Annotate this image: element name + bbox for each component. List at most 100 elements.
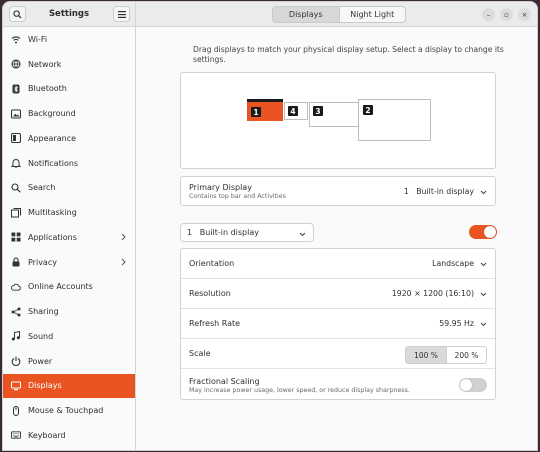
- resolution-value: 1920 × 1200 (16:10): [391, 289, 474, 298]
- sidebar-item-label: Power: [28, 356, 53, 366]
- sidebar-item-label: Multitasking: [28, 208, 77, 218]
- chevron-right-icon: [121, 233, 126, 243]
- sidebar-item-label: Network: [28, 59, 62, 69]
- close-icon: ×: [521, 10, 528, 19]
- monitor-number: 4: [288, 106, 298, 116]
- sidebar-item-background[interactable]: Background: [3, 101, 135, 126]
- sidebar-item-label: Background: [28, 109, 76, 119]
- power-icon: [11, 356, 21, 367]
- monitor-2[interactable]: 2: [358, 99, 431, 141]
- sidebar-item-appearance[interactable]: Appearance: [3, 126, 135, 151]
- sharing-icon: [11, 307, 21, 317]
- sidebar-item-online-accounts[interactable]: Online Accounts: [3, 275, 135, 300]
- resolution-label: Resolution: [189, 289, 231, 298]
- tab-night-light[interactable]: Night Light: [340, 7, 406, 22]
- view-switcher: Displays Night Light: [272, 6, 406, 23]
- orientation-row[interactable]: Orientation Landscape: [181, 249, 495, 279]
- sidebar-item-notifications[interactable]: Notifications: [3, 151, 135, 176]
- minimize-icon: –: [486, 10, 491, 19]
- hamburger-icon: [117, 10, 126, 18]
- settings-window: Settings Displays Night Light – ▫ × Wi-F…: [2, 1, 538, 451]
- sidebar-item-label: Applications: [28, 232, 77, 242]
- sidebar-item-label: Sharing: [28, 307, 59, 317]
- maximize-button[interactable]: ▫: [500, 8, 513, 21]
- sidebar-item-search[interactable]: Search: [3, 176, 135, 201]
- sidebar-item-label: Keyboard: [28, 430, 66, 440]
- scale-label: Scale: [189, 349, 211, 358]
- keyboard-icon: [11, 430, 21, 440]
- display-selector-dropdown[interactable]: 1 Built-in display: [180, 223, 314, 242]
- sidebar-header: Settings: [3, 2, 136, 27]
- arrangement-hint: Drag displays to match your physical dis…: [193, 45, 504, 64]
- orientation-value: Landscape: [432, 259, 474, 268]
- refresh-rate-value: 59.95 Hz: [439, 319, 474, 328]
- sidebar-item-wifi[interactable]: Wi-Fi: [3, 27, 135, 52]
- sidebar-item-multitasking[interactable]: Multitasking: [3, 200, 135, 225]
- sidebar-item-power[interactable]: Power: [3, 349, 135, 374]
- primary-display-value: 1 Built-in display: [403, 186, 474, 196]
- fractional-scaling-row: Fractional Scaling May increase power us…: [181, 369, 495, 401]
- sidebar-item-bluetooth[interactable]: Bluetooth: [3, 77, 135, 102]
- sidebar: Wi-Fi Network Bluetooth Background Appea…: [3, 27, 136, 450]
- maximize-icon: ▫: [504, 10, 509, 19]
- scale-row: Scale 100 % 200 %: [181, 339, 495, 369]
- refresh-rate-label: Refresh Rate: [189, 319, 241, 328]
- monitor-4[interactable]: 4: [284, 102, 308, 120]
- menu-button[interactable]: [113, 6, 130, 22]
- display-selector-value: 1 Built-in display: [187, 228, 259, 237]
- sidebar-item-applications[interactable]: Applications: [3, 225, 135, 250]
- orientation-label: Orientation: [189, 259, 235, 268]
- resolution-row[interactable]: Resolution 1920 × 1200 (16:10): [181, 279, 495, 309]
- scale-options: 100 % 200 %: [405, 346, 487, 364]
- scale-option-100[interactable]: 100 %: [406, 347, 446, 363]
- display-arrangement: 1 4 3 2: [180, 72, 496, 169]
- applications-icon: [11, 232, 21, 242]
- toggle-knob: [484, 226, 496, 238]
- mouse-icon: [11, 405, 21, 416]
- monitor-3[interactable]: 3: [309, 102, 359, 127]
- chevron-down-icon: [480, 320, 487, 329]
- primary-display-card: Primary Display Contains top bar and Act…: [180, 176, 496, 206]
- sidebar-item-label: Displays: [28, 381, 62, 391]
- sidebar-item-keyboard[interactable]: Keyboard: [3, 423, 135, 448]
- sidebar-item-label: Wi-Fi: [28, 34, 48, 44]
- sidebar-item-label: Search: [28, 183, 56, 193]
- display-icon: [11, 381, 21, 391]
- display-enabled-toggle[interactable]: [469, 225, 497, 239]
- chevron-down-icon: [299, 230, 306, 239]
- sidebar-item-label: Sound: [28, 331, 54, 341]
- sidebar-item-sound[interactable]: Sound: [3, 324, 135, 349]
- close-button[interactable]: ×: [518, 8, 531, 21]
- minimize-button[interactable]: –: [482, 8, 495, 21]
- sidebar-item-privacy[interactable]: Privacy: [3, 250, 135, 275]
- background-icon: [11, 109, 21, 119]
- wifi-icon: [11, 34, 21, 44]
- fractional-scaling-toggle[interactable]: [459, 378, 487, 392]
- sidebar-item-network[interactable]: Network: [3, 52, 135, 77]
- tab-displays[interactable]: Displays: [273, 7, 340, 22]
- scale-option-200[interactable]: 200 %: [446, 347, 486, 363]
- main-header: Displays Night Light – ▫ ×: [136, 2, 537, 27]
- display-settings-card: Orientation Landscape Resolution 1920 × …: [180, 248, 496, 400]
- sidebar-item-displays[interactable]: Displays: [3, 373, 135, 399]
- sidebar-item-mouse-touchpad[interactable]: Mouse & Touchpad: [3, 398, 135, 423]
- primary-display-row[interactable]: Primary Display Contains top bar and Act…: [181, 177, 495, 205]
- monitor-number: 2: [363, 105, 373, 115]
- appearance-icon: [11, 133, 21, 144]
- sidebar-item-sharing[interactable]: Sharing: [3, 299, 135, 324]
- sidebar-item-label: Mouse & Touchpad: [28, 406, 104, 416]
- sidebar-item-label: Appearance: [28, 133, 77, 143]
- search-icon: [11, 183, 21, 193]
- chevron-down-icon: [480, 260, 487, 269]
- toggle-knob: [460, 379, 472, 391]
- monitor-1[interactable]: 1: [247, 99, 283, 121]
- bluetooth-icon: [11, 84, 21, 94]
- monitor-number: 1: [251, 107, 261, 117]
- cloud-icon: [11, 282, 21, 292]
- chevron-right-icon: [121, 258, 126, 268]
- chevron-down-icon: [480, 188, 487, 197]
- fractional-scaling-label: Fractional Scaling: [189, 376, 260, 386]
- refresh-rate-row[interactable]: Refresh Rate 59.95 Hz: [181, 309, 495, 339]
- bell-icon: [11, 158, 21, 169]
- primary-display-label: Primary Display: [189, 182, 252, 192]
